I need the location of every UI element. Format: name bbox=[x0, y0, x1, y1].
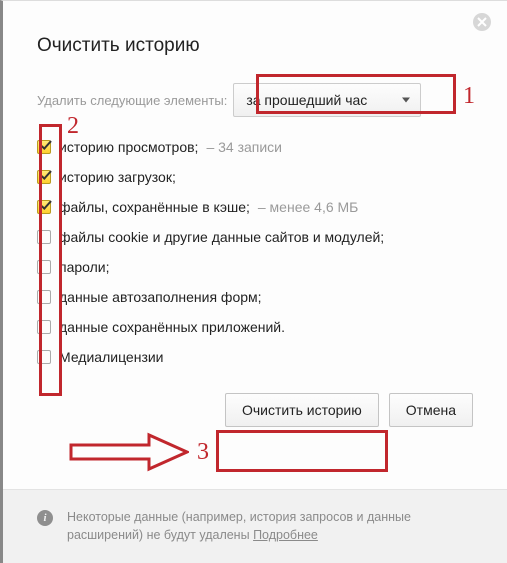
option-sub: – 34 записи bbox=[206, 139, 282, 155]
footer-text: Некоторые данные (например, история запр… bbox=[67, 508, 473, 546]
footer-link[interactable]: Подробнее bbox=[253, 528, 318, 542]
checkbox-browsing-history[interactable] bbox=[37, 140, 51, 154]
options-list: историю просмотров; – 34 записи историю … bbox=[37, 139, 473, 365]
checkbox-media-licenses[interactable] bbox=[37, 350, 51, 364]
option-cache: файлы, сохранённые в кэше; – менее 4,6 М… bbox=[37, 199, 473, 215]
checkbox-cookies[interactable] bbox=[37, 230, 51, 244]
option-label: Медиалицензии bbox=[59, 349, 164, 365]
option-label: данные сохранённых приложений. bbox=[59, 319, 285, 335]
checkbox-passwords[interactable] bbox=[37, 260, 51, 274]
option-sub: – менее 4,6 МБ bbox=[258, 199, 358, 215]
option-label: файлы, сохранённые в кэше; bbox=[59, 199, 250, 215]
clear-history-dialog: Очистить историю Удалить следующие элеме… bbox=[3, 1, 507, 563]
dialog-content: Очистить историю Удалить следующие элеме… bbox=[3, 1, 507, 489]
time-range-label: Удалить следующие элементы: bbox=[37, 93, 227, 108]
chevron-down-icon bbox=[402, 98, 410, 103]
option-downloads: историю загрузок; bbox=[37, 169, 473, 185]
footer-message: Некоторые данные (например, история запр… bbox=[67, 510, 411, 543]
dialog-footer: i Некоторые данные (например, история за… bbox=[3, 489, 507, 563]
cancel-button[interactable]: Отмена bbox=[389, 393, 473, 427]
option-cookies: файлы cookie и другие данные сайтов и мо… bbox=[37, 229, 473, 245]
time-range-row: Удалить следующие элементы: за прошедший… bbox=[37, 83, 473, 117]
option-label: файлы cookie и другие данные сайтов и мо… bbox=[59, 229, 384, 245]
option-label: историю загрузок; bbox=[59, 169, 176, 185]
dialog-title: Очистить историю bbox=[37, 35, 473, 57]
checkbox-cache[interactable] bbox=[37, 200, 51, 214]
time-range-value: за прошедший час bbox=[246, 92, 367, 108]
time-range-select[interactable]: за прошедший час bbox=[233, 83, 421, 117]
option-label: историю просмотров; bbox=[59, 139, 198, 155]
dialog-actions: Очистить историю Отмена bbox=[37, 393, 473, 427]
checkbox-downloads[interactable] bbox=[37, 170, 51, 184]
close-icon bbox=[477, 17, 487, 27]
option-label: данные автозаполнения форм; bbox=[59, 289, 262, 305]
option-autofill: данные автозаполнения форм; bbox=[37, 289, 473, 305]
close-button[interactable] bbox=[473, 13, 491, 31]
option-label: пароли; bbox=[59, 259, 110, 275]
option-app-data: данные сохранённых приложений. bbox=[37, 319, 473, 335]
clear-button-label: Очистить историю bbox=[242, 402, 362, 418]
checkbox-autofill[interactable] bbox=[37, 290, 51, 304]
option-browsing-history: историю просмотров; – 34 записи bbox=[37, 139, 473, 155]
cancel-button-label: Отмена bbox=[406, 402, 456, 418]
time-range-select-wrap: за прошедший час bbox=[233, 83, 421, 117]
clear-button[interactable]: Очистить историю bbox=[225, 393, 379, 427]
option-passwords: пароли; bbox=[37, 259, 473, 275]
info-icon: i bbox=[37, 510, 53, 526]
checkbox-app-data[interactable] bbox=[37, 320, 51, 334]
option-media-licenses: Медиалицензии bbox=[37, 349, 473, 365]
